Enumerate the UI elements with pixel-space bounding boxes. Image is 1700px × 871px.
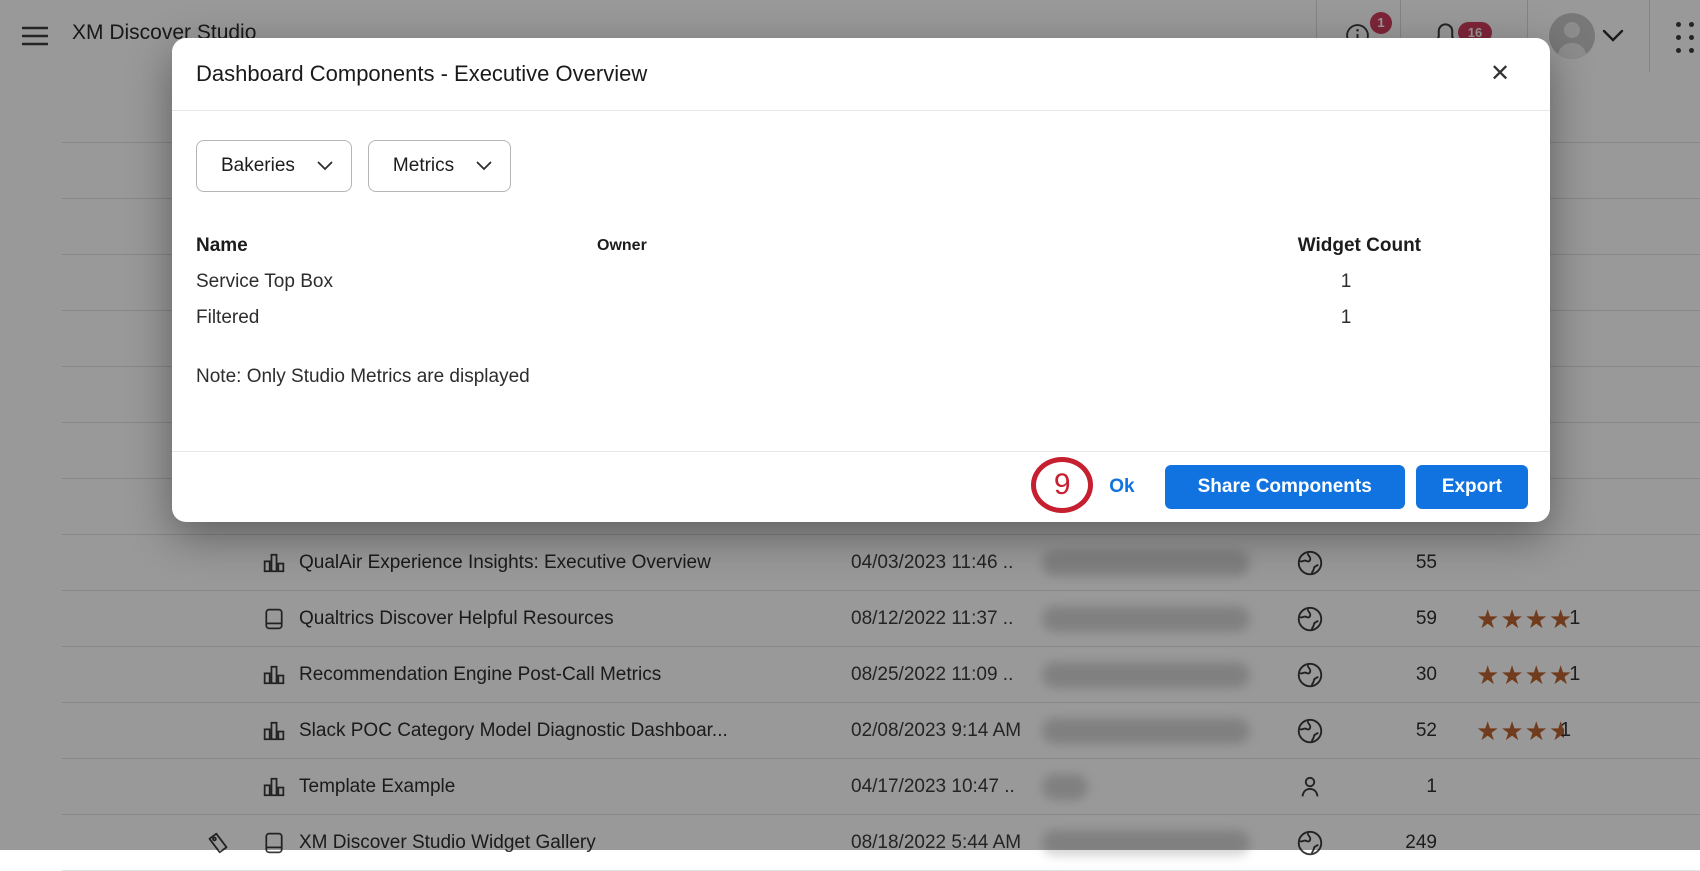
chevron-down-icon: [476, 161, 492, 171]
table-row: Filtered 1: [196, 300, 1421, 336]
group-select[interactable]: Bakeries: [196, 140, 352, 192]
component-name: Filtered: [196, 307, 597, 329]
table-row: Service Top Box 1: [196, 264, 1421, 300]
note-text: Note: Only Studio Metrics are displayed: [196, 366, 1550, 388]
ok-button[interactable]: Ok: [1109, 476, 1134, 498]
modal-filters: Bakeries Metrics: [196, 140, 1550, 192]
widget-count: 1: [1271, 271, 1421, 293]
component-type-select[interactable]: Metrics: [368, 140, 511, 192]
widget-count: 1: [1271, 307, 1421, 329]
export-button[interactable]: Export: [1416, 465, 1528, 509]
group-select-value: Bakeries: [221, 155, 295, 177]
column-header-name: Name: [196, 235, 597, 257]
modal-footer: 9 Ok Share Components Export: [172, 451, 1550, 522]
column-header-owner: Owner: [597, 237, 1271, 255]
component-name: Service Top Box: [196, 271, 597, 293]
close-icon[interactable]: ✕: [1484, 58, 1516, 90]
column-header-widget-count: Widget Count: [1271, 235, 1421, 257]
share-components-button[interactable]: Share Components: [1165, 465, 1405, 509]
components-table: Name Owner Widget Count Service Top Box …: [196, 228, 1421, 336]
annotation-circle-9: 9: [1031, 457, 1093, 513]
modal-title: Dashboard Components - Executive Overvie…: [196, 38, 647, 110]
chevron-down-icon: [317, 161, 333, 171]
modal-header: Dashboard Components - Executive Overvie…: [172, 38, 1550, 111]
component-type-value: Metrics: [393, 155, 454, 177]
dashboard-components-modal: Dashboard Components - Executive Overvie…: [172, 38, 1550, 522]
components-table-header: Name Owner Widget Count: [196, 228, 1421, 264]
